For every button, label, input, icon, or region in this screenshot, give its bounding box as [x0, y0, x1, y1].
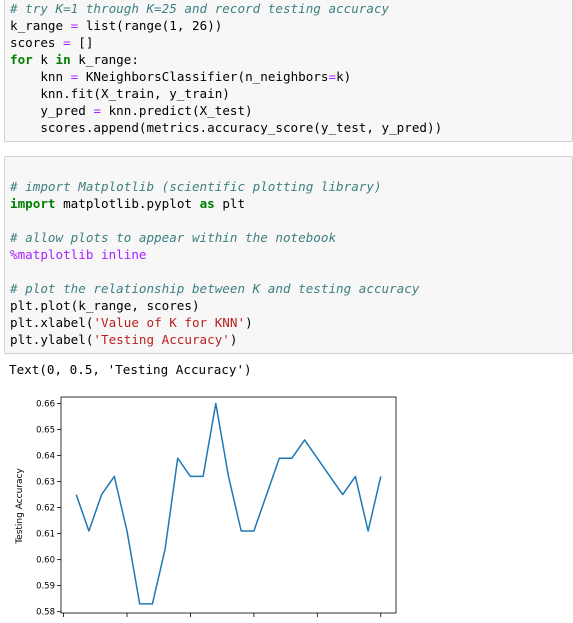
series-points — [76, 403, 381, 604]
x-axis-ticks — [63, 613, 382, 617]
y-tick-label: 0.63 — [36, 478, 55, 488]
code-line-scores: scores = [] — [10, 35, 94, 50]
y-axis-ticks: 0.66 0.65 0.64 0.63 0.62 0.61 0.60 0.59 0.58 — [36, 400, 61, 618]
code-editor[interactable]: # try K=1 through K=25 and record testin… — [10, 0, 442, 136]
code-line-fit: knn.fit(X_train, y_train) — [10, 86, 230, 101]
y-tick-label: 0.61 — [36, 530, 55, 540]
code-line-plot: plt.plot(k_range, scores) — [10, 298, 200, 313]
code-line-comment: # allow plots to appear within the noteb… — [10, 230, 337, 245]
code-line-import: import matplotlib.pyplot as plt — [10, 196, 246, 211]
y-tick-label: 0.66 — [36, 400, 55, 410]
y-tick-label: 0.62 — [36, 504, 55, 514]
cell-output-text: Text(0, 0.5, 'Testing Accuracy') — [9, 362, 252, 377]
code-line-ylabel: plt.ylabel('Testing Accuracy') — [10, 332, 238, 347]
code-line-xlabel: plt.xlabel('Value of K for KNN') — [10, 315, 253, 330]
plot-frame — [60, 396, 397, 614]
code-cell-plot[interactable]: # import Matplotlib (scientific plotting… — [4, 156, 573, 354]
code-line-knn: knn = KNeighborsClassifier(n_neighbors=k… — [10, 69, 352, 84]
code-line-for: for k in k_range: — [10, 52, 139, 67]
line-chart: Testing Accuracy 0.660.650.640.630.620.6… — [15, 396, 397, 618]
code-line-comment: # import Matplotlib (scientific plotting… — [10, 179, 382, 194]
y-tick-label: 0.64 — [36, 452, 55, 462]
code-line-comment: # plot the relationship between K and te… — [10, 281, 420, 296]
code-cell-knn-loop[interactable]: # try K=1 through K=25 and record testin… — [4, 0, 573, 142]
code-line-magic: %matplotlib inline — [10, 247, 147, 262]
series-line — [75, 402, 382, 605]
y-tick-label: 0.58 — [36, 608, 55, 618]
y-tick-label: 0.60 — [36, 556, 55, 566]
y-axis-label-group: Testing Accuracy — [15, 468, 25, 545]
code-line-append: scores.append(metrics.accuracy_score(y_t… — [10, 120, 443, 135]
code-editor[interactable]: # import Matplotlib (scientific plotting… — [10, 178, 419, 348]
y-tick-label: 0.65 — [36, 426, 55, 436]
code-line-comment: # try K=1 through K=25 and record testin… — [10, 1, 390, 16]
code-line-k-range: k_range = list(range(1, 26)) — [10, 18, 223, 33]
y-axis-label: Testing Accuracy — [15, 468, 25, 545]
code-line-predict: y_pred = knn.predict(X_test) — [10, 103, 253, 118]
y-tick-label: 0.59 — [36, 582, 55, 592]
